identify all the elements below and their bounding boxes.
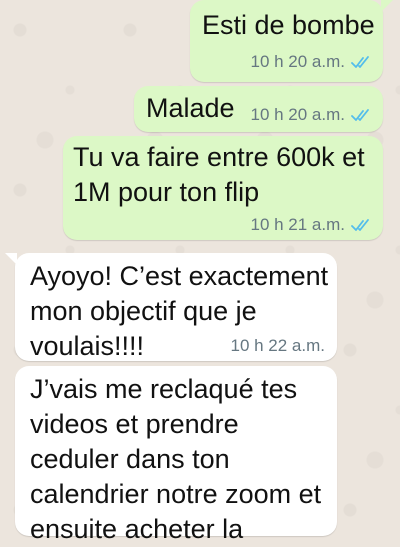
bubble-tail [5, 253, 17, 265]
message-meta: 10 h 20 a.m. [250, 105, 371, 125]
double-check-read-icon [351, 56, 369, 68]
message-time: 10 h 21 a.m. [250, 215, 345, 234]
message-text: J’vais me reclaqué tes videos et prendre… [30, 374, 329, 544]
bubble-tail [381, 0, 393, 12]
message-outgoing[interactable]: Tu va faire entre 600k et 1M pour ton fl… [63, 136, 383, 240]
message-meta: 10 h 22 a.m. [230, 336, 325, 356]
message-meta: 10 h 20 a.m. [250, 52, 371, 72]
chat-conversation: Esti de bombe 10 h 20 a.m. Malade 10 h 2… [0, 0, 400, 544]
message-text: Tu va faire entre 600k et 1M pour ton fl… [73, 142, 373, 207]
message-outgoing[interactable]: Esti de bombe 10 h 20 a.m. [190, 0, 393, 82]
message-time: 10 h 20 a.m. [250, 52, 345, 71]
message-incoming[interactable]: Ayoyo! C’est exactement mon objectif que… [5, 253, 337, 361]
double-check-read-icon [351, 219, 369, 231]
message-time: 10 h 20 a.m. [250, 105, 345, 124]
message-time: 10 h 22 a.m. [230, 336, 325, 355]
message-text: Malade [146, 93, 235, 123]
message-meta: 10 h 21 a.m. [250, 215, 371, 235]
message-incoming[interactable]: J’vais me reclaqué tes videos et prendre… [15, 366, 337, 544]
message-outgoing[interactable]: Malade 10 h 20 a.m. [134, 86, 383, 132]
message-text: Esti de bombe [202, 10, 375, 40]
double-check-read-icon [351, 109, 369, 121]
